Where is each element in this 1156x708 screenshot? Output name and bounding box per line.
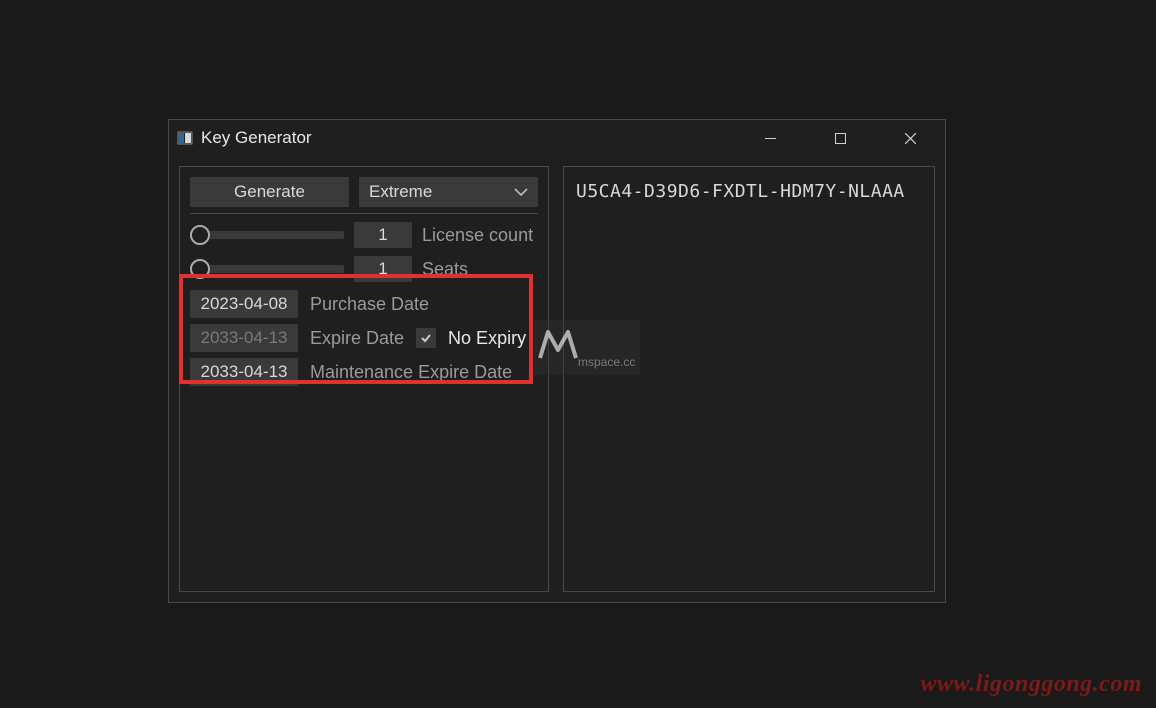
close-button[interactable]	[875, 120, 945, 156]
no-expiry-checkbox[interactable]	[416, 328, 436, 348]
expire-date-label: Expire Date	[310, 328, 404, 349]
tier-select[interactable]: Extreme	[359, 177, 538, 207]
tier-selected-label: Extreme	[369, 182, 514, 202]
minimize-button[interactable]	[735, 120, 805, 156]
purchase-date-input[interactable]: 2023-04-08	[190, 290, 298, 318]
app-icon	[177, 130, 193, 146]
generated-key[interactable]: U5CA4-D39D6-FXDTL-HDM7Y-NLAAA	[574, 177, 924, 206]
maximize-button[interactable]	[805, 120, 875, 156]
app-window: Key Generator Generate Extreme	[168, 119, 946, 603]
generate-button[interactable]: Generate	[190, 177, 349, 207]
license-count-value[interactable]: 1	[354, 222, 412, 248]
maintenance-date-label: Maintenance Expire Date	[310, 362, 512, 383]
titlebar[interactable]: Key Generator	[169, 120, 945, 156]
maintenance-date-input[interactable]: 2033-04-13	[190, 358, 298, 386]
seats-label: Seats	[422, 259, 468, 280]
no-expiry-label: No Expiry	[448, 328, 526, 349]
license-count-label: License count	[422, 225, 533, 246]
divider	[190, 213, 538, 214]
license-count-slider[interactable]	[190, 225, 344, 245]
window-controls	[735, 120, 945, 156]
expire-date-input[interactable]: 2033-04-13	[190, 324, 298, 352]
seats-slider[interactable]	[190, 259, 344, 279]
watermark-url: www.ligonggong.com	[921, 671, 1142, 698]
seats-value[interactable]: 1	[354, 256, 412, 282]
output-panel: U5CA4-D39D6-FXDTL-HDM7Y-NLAAA	[563, 166, 935, 592]
chevron-down-icon	[514, 187, 528, 197]
check-icon	[420, 332, 432, 344]
controls-panel: Generate Extreme 1 License count	[179, 166, 549, 592]
window-title: Key Generator	[201, 128, 735, 148]
purchase-date-label: Purchase Date	[310, 294, 429, 315]
